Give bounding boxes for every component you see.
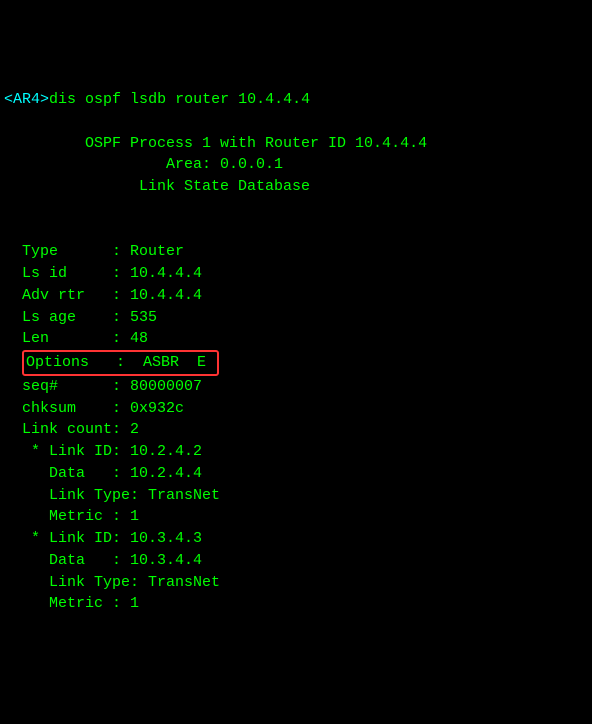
- options-val: ASBR E: [125, 354, 215, 371]
- lsid-key: Ls id: [22, 265, 112, 282]
- sep: :: [116, 354, 125, 371]
- link1-metric-key: Metric :: [49, 508, 130, 525]
- indent: [4, 400, 22, 417]
- len-val: 48: [130, 330, 148, 347]
- prompt-hostname: AR4: [13, 91, 40, 108]
- type-key: Type: [22, 243, 112, 260]
- sep: :: [112, 243, 130, 260]
- indent: [4, 465, 49, 482]
- indent: [4, 354, 22, 371]
- prompt-close: >: [40, 91, 49, 108]
- terminal-output: <AR4>dis ospf lsdb router 10.4.4.4 OSPF …: [4, 89, 588, 615]
- link2-type-key: Link Type:: [49, 574, 148, 591]
- indent: [4, 552, 49, 569]
- indent: [4, 330, 22, 347]
- seq-key: seq#: [22, 378, 112, 395]
- indent: [4, 243, 22, 260]
- lsage-val: 535: [130, 309, 157, 326]
- linkcount-val: 2: [130, 421, 139, 438]
- link2-data-key: Data :: [49, 552, 130, 569]
- linkcount-key: Link count: [22, 421, 112, 438]
- indent: [4, 443, 31, 460]
- header-process: OSPF Process 1 with Router ID 10.4.4.4: [4, 135, 427, 152]
- advrtr-val: 10.4.4.4: [130, 287, 202, 304]
- sep: :: [112, 421, 130, 438]
- link2-metric-val: 1: [130, 595, 139, 612]
- link1-data-val: 10.2.4.4: [130, 465, 202, 482]
- chksum-key: chksum: [22, 400, 112, 417]
- sep: :: [112, 378, 130, 395]
- advrtr-key: Adv rtr: [22, 287, 112, 304]
- sep: :: [112, 309, 130, 326]
- indent: [4, 487, 49, 504]
- link1-data-key: Data :: [49, 465, 130, 482]
- sep: :: [112, 287, 130, 304]
- len-key: Len: [22, 330, 112, 347]
- lsid-val: 10.4.4.4: [130, 265, 202, 282]
- lsage-key: Ls age: [22, 309, 112, 326]
- link1-id-key: * Link ID:: [31, 443, 130, 460]
- link2-metric-key: Metric :: [49, 595, 130, 612]
- header-area: Area: 0.0.0.1: [4, 156, 283, 173]
- indent: [4, 287, 22, 304]
- indent: [4, 595, 49, 612]
- chksum-val: 0x932c: [130, 400, 184, 417]
- indent: [4, 378, 22, 395]
- options-key: Options: [26, 354, 116, 371]
- sep: :: [112, 330, 130, 347]
- link1-type-val: TransNet: [148, 487, 220, 504]
- link2-type-val: TransNet: [148, 574, 220, 591]
- link1-type-key: Link Type:: [49, 487, 148, 504]
- command-text: dis ospf lsdb router 10.4.4.4: [49, 91, 310, 108]
- header-lsdb: Link State Database: [4, 178, 310, 195]
- prompt-open: <: [4, 91, 13, 108]
- link2-id-key: * Link ID:: [31, 530, 130, 547]
- sep: :: [112, 265, 130, 282]
- link1-id-val: 10.2.4.2: [130, 443, 202, 460]
- indent: [4, 265, 22, 282]
- options-highlight: Options : ASBR E: [22, 350, 219, 376]
- indent: [4, 309, 22, 326]
- seq-val: 80000007: [130, 378, 202, 395]
- type-val: Router: [130, 243, 184, 260]
- indent: [4, 574, 49, 591]
- sep: :: [112, 400, 130, 417]
- indent: [4, 508, 49, 525]
- link1-metric-val: 1: [130, 508, 139, 525]
- indent: [4, 530, 31, 547]
- link2-data-val: 10.3.4.4: [130, 552, 202, 569]
- indent: [4, 421, 22, 438]
- link2-id-val: 10.3.4.3: [130, 530, 202, 547]
